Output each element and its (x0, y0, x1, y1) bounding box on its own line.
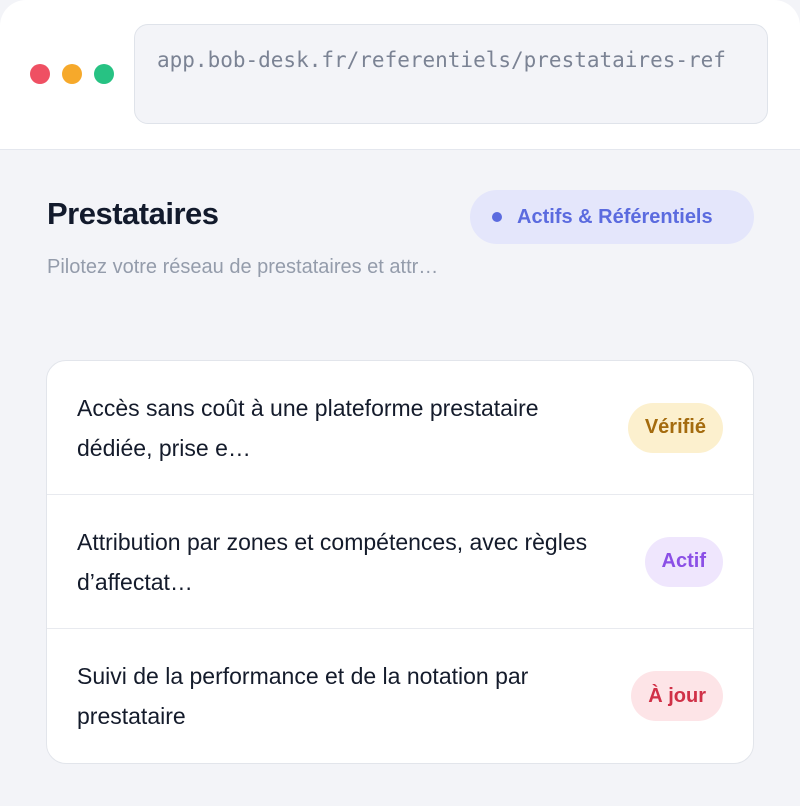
list-item[interactable]: Accès sans coût à une plateforme prestat… (47, 361, 753, 495)
status-badge: Vérifié (627, 402, 723, 453)
list-item-text: Attribution par zones et compétences, av… (77, 528, 588, 595)
close-window-button[interactable] (30, 64, 50, 84)
feature-list: Accès sans coût à une plateforme prestat… (46, 360, 754, 764)
list-item-text: Suivi de la performance et de la notatio… (77, 663, 529, 729)
section-badge-label: Actifs & Référentiels (517, 205, 713, 228)
address-bar[interactable]: app.bob-desk.fr/referentiels/prestataire… (134, 24, 768, 124)
browser-window: app.bob-desk.fr/referentiels/prestataire… (0, 0, 800, 806)
page-subtitle: Pilotez votre réseau de prestataires et … (47, 256, 439, 278)
status-dot-icon (492, 212, 502, 222)
page-title: Prestataires (47, 196, 219, 231)
list-item-text: Accès sans coût à une plateforme prestat… (77, 394, 539, 461)
list-item[interactable]: Suivi de la performance et de la notatio… (47, 629, 753, 763)
maximize-window-button[interactable] (94, 64, 114, 84)
list-item[interactable]: Attribution par zones et compétences, av… (47, 495, 753, 629)
status-badge: Actif (644, 536, 723, 587)
section-badge: Actifs & Référentiels (470, 190, 754, 244)
browser-chrome: app.bob-desk.fr/referentiels/prestataire… (0, 0, 800, 150)
status-badge: À jour (631, 671, 723, 721)
minimize-window-button[interactable] (62, 64, 82, 84)
